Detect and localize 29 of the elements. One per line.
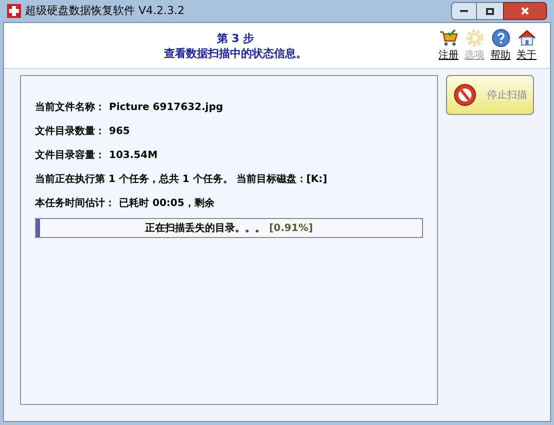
- maximize-button[interactable]: [477, 2, 503, 20]
- close-icon: [520, 6, 530, 16]
- minimize-icon: [460, 10, 468, 12]
- maximize-icon: [486, 8, 494, 14]
- progress-text: 正在扫描丢失的目录。。。: [145, 222, 266, 236]
- info-label: 文件目录数量：: [35, 124, 105, 139]
- info-label: 文件目录容量：: [35, 148, 105, 163]
- step-title: 第 3 步: [216, 30, 254, 46]
- info-label: 当前正在执行第 1 个任务，总共 1 个任务。 当前目标磁盘：[K:]: [35, 172, 328, 187]
- toolbar-button[interactable]: 关于: [515, 28, 538, 63]
- info-value: Picture 6917632.jpg: [109, 101, 224, 115]
- toolbar-button[interactable]: 注册: [437, 28, 460, 63]
- toolbar-button[interactable]: 帮助: [489, 28, 512, 63]
- minimize-button[interactable]: [451, 2, 477, 20]
- stop-icon: [453, 83, 477, 107]
- info-value: 103.54M: [109, 149, 158, 163]
- progress-percent: [0.91%]: [269, 222, 313, 236]
- info-label: 当前文件名称：: [35, 100, 105, 115]
- help-icon: [490, 28, 510, 48]
- info-label: 本任务时间估计：: [35, 196, 115, 211]
- gear-icon: [464, 28, 484, 48]
- info-value: 965: [109, 125, 130, 139]
- cart-icon: [438, 28, 458, 48]
- app-icon: [7, 4, 21, 18]
- info-value: 已耗时 00:05，剩余: [119, 196, 214, 211]
- close-button[interactable]: [503, 2, 547, 20]
- window-title: 超级硬盘数据恢复软件 V4.2.3.2: [25, 2, 185, 19]
- step-subtitle: 查看数据扫描中的状态信息。: [164, 46, 307, 60]
- house-icon: [516, 28, 536, 48]
